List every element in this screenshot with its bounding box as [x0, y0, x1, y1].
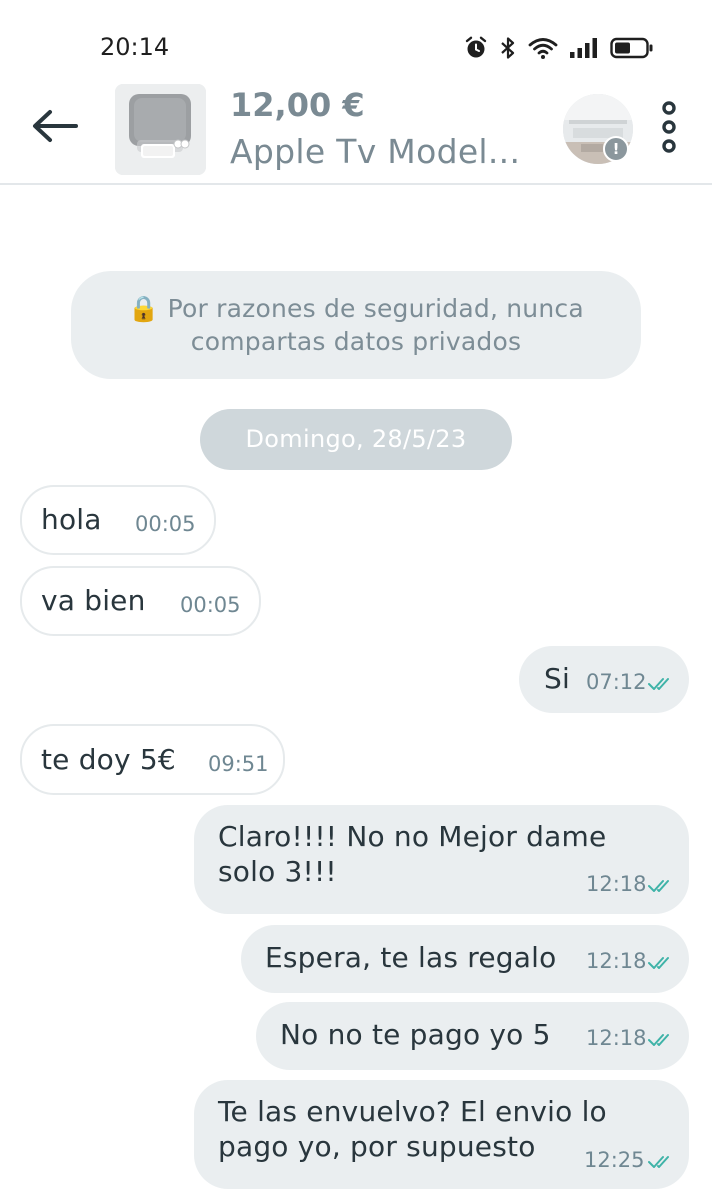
message-time: 00:05	[135, 512, 196, 536]
security-notice-line-1: Por razones de seguridad, nunca	[167, 294, 584, 323]
warning-badge-icon: !	[603, 136, 629, 162]
security-notice: 🔒 Por razones de seguridad, nunca compar…	[71, 271, 641, 379]
message-text-line: pago yo, por supuesto	[218, 1130, 536, 1163]
double-check-read-icon	[648, 1034, 669, 1046]
message-text-line: Claro!!!! No no Mejor dame	[218, 820, 607, 853]
more-options-button[interactable]	[655, 98, 683, 158]
message-text: No no te pago yo 5	[280, 1018, 551, 1051]
signal-icon	[570, 38, 597, 58]
message-text-line: solo 3!!!	[218, 855, 337, 888]
message-time: 12:18	[586, 949, 647, 973]
date-separator: Domingo, 28/5/23	[200, 409, 512, 470]
message-bubble-incoming[interactable]: va bien 00:05	[20, 566, 261, 636]
double-check-read-icon	[648, 880, 669, 892]
chat-header: 12,00 € Apple Tv Model... !	[0, 80, 712, 185]
apple-tv-product-image	[115, 84, 206, 175]
lock-icon: 🔒	[128, 294, 160, 323]
message-bubble-outgoing[interactable]: No no te pago yo 5 12:18	[256, 1002, 689, 1070]
message-time: 12:25	[584, 1148, 645, 1172]
status-bar: 20:14	[0, 0, 712, 80]
message-text-line: Te las envuelvo? El envio lo	[218, 1095, 607, 1128]
arrow-left-icon	[33, 110, 78, 142]
message-bubble-incoming[interactable]: hola 00:05	[20, 485, 216, 555]
alarm-icon	[465, 36, 487, 58]
message-text: Espera, te las regalo	[265, 941, 557, 974]
message-bubble-outgoing[interactable]: Si 07:12	[519, 646, 689, 713]
message-time: 12:18	[586, 1026, 647, 1050]
message-text: hola	[41, 503, 102, 536]
message-time: 07:12	[586, 670, 647, 694]
message-time: 00:05	[180, 593, 241, 617]
double-check-read-icon	[648, 1156, 669, 1168]
status-time: 20:14	[100, 33, 170, 61]
message-bubble-outgoing[interactable]: Espera, te las regalo 12:18	[241, 925, 689, 993]
vertical-dots-icon	[662, 101, 676, 153]
wifi-icon	[528, 38, 558, 59]
security-notice-line-2: compartas datos privados	[190, 327, 522, 356]
message-bubble-outgoing[interactable]: Te las envuelvo? El envio lo pago yo, po…	[194, 1080, 689, 1189]
bluetooth-icon	[501, 37, 515, 59]
back-button[interactable]	[28, 104, 82, 148]
status-icons	[464, 34, 654, 62]
message-time: 09:51	[208, 752, 269, 776]
double-check-read-icon	[648, 678, 669, 690]
double-check-read-icon	[648, 957, 669, 969]
message-text: va bien	[41, 584, 146, 617]
message-text: te doy 5€	[41, 743, 176, 776]
product-title[interactable]: Apple Tv Model...	[230, 132, 520, 171]
battery-icon	[610, 37, 653, 59]
product-thumbnail[interactable]	[115, 84, 206, 175]
message-text: Si	[544, 662, 570, 695]
message-bubble-outgoing[interactable]: Claro!!!! No no Mejor dame solo 3!!! 12:…	[194, 805, 689, 914]
product-price: 12,00 €	[230, 86, 365, 124]
message-bubble-incoming[interactable]: te doy 5€ 09:51	[20, 724, 285, 795]
message-time: 12:18	[586, 872, 647, 896]
